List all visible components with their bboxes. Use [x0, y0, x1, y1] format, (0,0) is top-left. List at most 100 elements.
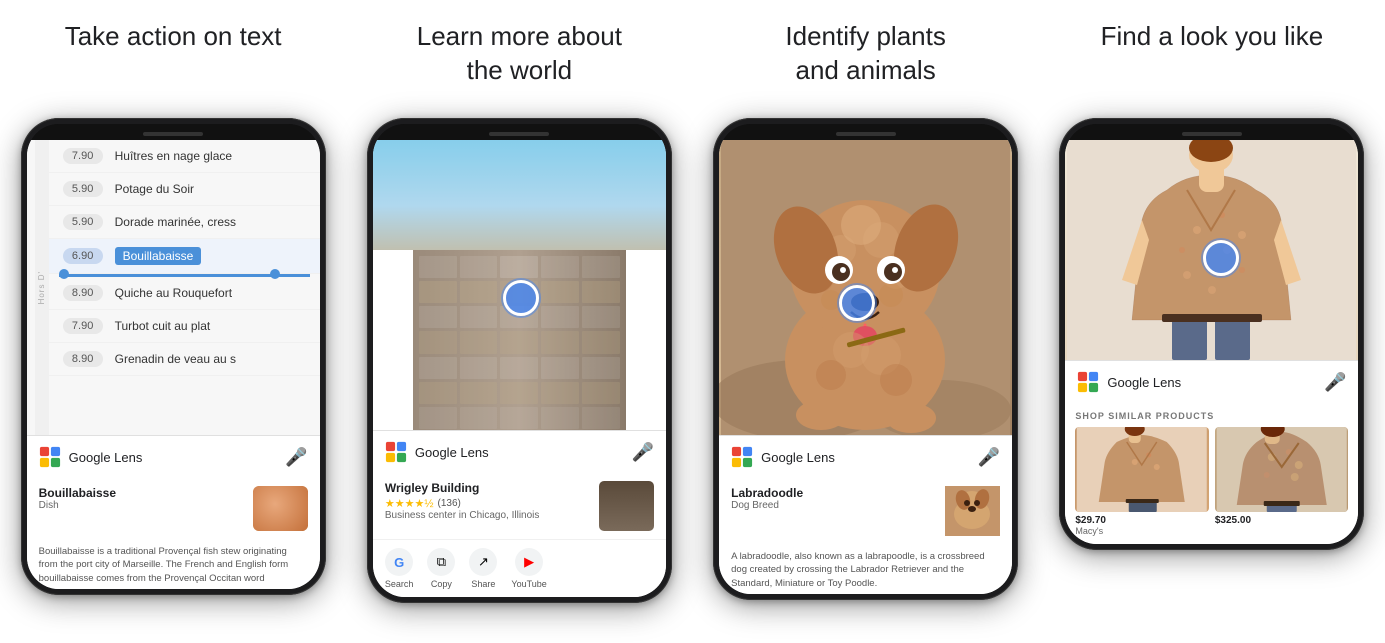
- speaker-bar: [143, 132, 203, 136]
- copy-action[interactable]: ⧉ Copy: [427, 548, 455, 589]
- labradoodle-type: Dog Breed: [731, 500, 803, 511]
- result-thumb-1: [253, 486, 308, 531]
- menu-item: 5.90Dorade marinée, cress: [49, 206, 320, 239]
- building-photo: [373, 140, 666, 430]
- wrigley-result: Wrigley Building ★★★★½ (136) Business ce…: [373, 473, 666, 539]
- labradoodle-thumb: [945, 486, 1000, 536]
- lens-bar-2: Google Lens 🎤: [373, 430, 666, 473]
- menu-item: 7.90Huîtres en nage glace: [49, 140, 320, 173]
- column-world: Learn more aboutthe world: [346, 0, 692, 643]
- menu-item: 5.90Potage du Soir: [49, 173, 320, 206]
- lens-bar-1: Google Lens 🎤: [27, 435, 320, 478]
- wrigley-row: Wrigley Building ★★★★½ (136) Business ce…: [385, 481, 654, 531]
- col3-title: Identify plantsand animals: [765, 20, 965, 100]
- shop-grid: $29.70 Macy's: [1075, 427, 1348, 536]
- share-label: Share: [471, 579, 495, 589]
- shop-price-2: $325.00: [1215, 515, 1349, 526]
- google-g-icon: G: [385, 548, 413, 576]
- mic-icon-2[interactable]: 🎤: [631, 442, 653, 463]
- phone-4-screen: Google Lens 🎤 SHOP SIMILAR PRODUCTS: [1065, 140, 1358, 544]
- phone-3-speaker: [719, 124, 1012, 140]
- speaker-bar-2: [489, 132, 549, 136]
- phone-2-speaker: [373, 124, 666, 140]
- phone-1-screen: Hors D' 7.90Huîtres en nage glace 5.90Po…: [27, 140, 320, 589]
- result-type-1: Dish: [39, 500, 116, 511]
- speaker-bar-4: [1182, 132, 1242, 136]
- side-label: Hors D': [37, 271, 46, 304]
- copy-icon: ⧉: [427, 548, 455, 576]
- wrigley-subtype: Business center in Chicago, Illinois: [385, 510, 599, 521]
- result-row-1: Bouillabaisse Dish: [39, 486, 308, 531]
- phone-2-screen: Google Lens 🎤 Wrigley Building ★★★★½ (13…: [373, 140, 666, 597]
- result-info-1: Bouillabaisse Dish: [27, 478, 320, 539]
- column-plants-animals: Identify plantsand animals: [693, 0, 1039, 643]
- wrigley-thumb: [599, 481, 654, 531]
- lens-title-4: Google Lens: [1107, 375, 1324, 390]
- mic-icon-4[interactable]: 🎤: [1324, 372, 1346, 393]
- shop-section-title: SHOP SIMILAR PRODUCTS: [1075, 411, 1348, 421]
- speaker-bar-3: [836, 132, 896, 136]
- shop-img-1: [1075, 427, 1209, 512]
- shop-results: SHOP SIMILAR PRODUCTS: [1065, 403, 1358, 544]
- lens-title-3: Google Lens: [761, 450, 978, 465]
- col2-title: Learn more aboutthe world: [397, 20, 642, 100]
- menu-item: 8.90Grenadin de veau au s: [49, 343, 320, 376]
- phone-3-screen: Google Lens 🎤 Labradoodle Dog Breed: [719, 140, 1012, 594]
- lens-dot-2: [503, 280, 539, 316]
- labradoodle-desc: A labradoodle, also known as a labrapood…: [719, 544, 1012, 594]
- selected-text: Bouillabaisse: [115, 247, 202, 265]
- column-text-action: Take action on text Hors D' 7.90Huîtres …: [0, 0, 346, 643]
- phone-4: Google Lens 🎤 SHOP SIMILAR PRODUCTS: [1059, 118, 1364, 550]
- labradoodle-row: Labradoodle Dog Breed: [731, 486, 1000, 536]
- main-container: Take action on text Hors D' 7.90Huîtres …: [0, 0, 1385, 643]
- shop-img-2: [1215, 427, 1349, 512]
- col4-title: Find a look you like: [1081, 20, 1344, 100]
- menu-item: 8.90Quiche au Rouquefort: [49, 277, 320, 310]
- lens-bar-4: Google Lens 🎤: [1065, 360, 1358, 403]
- stars: ★★★★½: [385, 497, 434, 510]
- mic-icon-1[interactable]: 🎤: [285, 447, 307, 468]
- phone-3: Google Lens 🎤 Labradoodle Dog Breed: [713, 118, 1018, 600]
- google-lens-icon-2: [385, 441, 407, 463]
- shop-store-1: Macy's: [1075, 526, 1209, 536]
- lens-bar-3: Google Lens 🎤: [719, 435, 1012, 478]
- labradoodle-result: Labradoodle Dog Breed: [719, 478, 1012, 544]
- share-action[interactable]: ↗ Share: [469, 548, 497, 589]
- shop-item-1[interactable]: $29.70 Macy's: [1075, 427, 1209, 536]
- search-action[interactable]: G Search: [385, 548, 414, 589]
- youtube-action[interactable]: ▶ YouTube: [511, 548, 546, 589]
- google-lens-icon-3: [731, 446, 753, 468]
- phone-1-bezel: Hors D' 7.90Huîtres en nage glace 5.90Po…: [27, 124, 320, 589]
- review-count: (136): [438, 498, 461, 509]
- phone-1-speaker: [27, 124, 320, 140]
- shop-item-2[interactable]: $325.00: [1215, 427, 1349, 536]
- result-name-1: Bouillabaisse: [39, 486, 116, 500]
- phone-4-speaker: [1065, 124, 1358, 140]
- column-fashion: Find a look you like: [1039, 0, 1385, 643]
- shop-price-1: $29.70: [1075, 515, 1209, 526]
- menu-item: 7.90Turbot cuit au plat: [49, 310, 320, 343]
- search-label: Search: [385, 579, 414, 589]
- google-lens-icon: [39, 446, 61, 468]
- action-buttons: G Search ⧉ Copy ↗ Share ▶: [373, 539, 666, 597]
- phone-1: Hors D' 7.90Huîtres en nage glace 5.90Po…: [21, 118, 326, 595]
- lens-title-2: Google Lens: [415, 445, 632, 460]
- phone-2-bezel: Google Lens 🎤 Wrigley Building ★★★★½ (13…: [373, 124, 666, 597]
- lens-title-1: Google Lens: [69, 450, 286, 465]
- labradoodle-name: Labradoodle: [731, 486, 803, 500]
- menu-item-selected: 6.90 Bouillabaisse: [49, 239, 320, 274]
- col1-title: Take action on text: [45, 20, 302, 100]
- wrigley-title: Wrigley Building: [385, 481, 599, 495]
- youtube-label: YouTube: [511, 579, 546, 589]
- phone-4-bezel: Google Lens 🎤 SHOP SIMILAR PRODUCTS: [1065, 124, 1358, 544]
- google-lens-icon-4: [1077, 371, 1099, 393]
- result-desc-1: Bouillabaisse is a traditional Provençal…: [27, 539, 320, 589]
- phone-2: Google Lens 🎤 Wrigley Building ★★★★½ (13…: [367, 118, 672, 603]
- phone-3-bezel: Google Lens 🎤 Labradoodle Dog Breed: [719, 124, 1012, 594]
- youtube-icon: ▶: [515, 548, 543, 576]
- lens-dot-3: [839, 285, 875, 321]
- copy-label: Copy: [431, 579, 452, 589]
- share-icon: ↗: [469, 548, 497, 576]
- fashion-photo: [1065, 140, 1358, 360]
- mic-icon-3[interactable]: 🎤: [978, 447, 1000, 468]
